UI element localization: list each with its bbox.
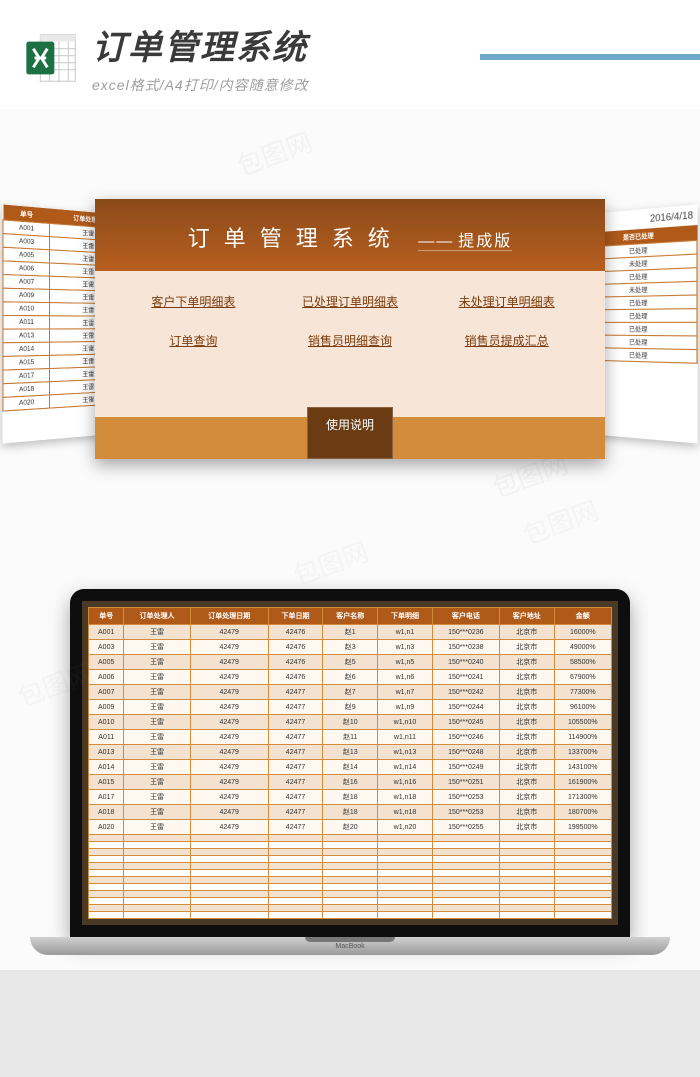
card-title-sub: 提成版: [418, 233, 512, 251]
table-row: A009王雷4247942477赵9w1,n9150***0244北京市9610…: [89, 700, 612, 715]
preview-stage: 包图网 包图网 包图网 包图网 包图网 单号订单处理人订单处A001王雷42A0…: [0, 109, 700, 549]
table-row: A010王雷4247942477赵10w1,n10150***0245北京市10…: [89, 715, 612, 730]
excel-icon: [24, 30, 80, 86]
table-row-empty: [89, 842, 612, 849]
table-header: 下单明细: [378, 608, 433, 625]
table-row-empty: [89, 849, 612, 856]
table-row: A013王雷4247942477赵13w1,n13150***0248北京市13…: [89, 745, 612, 760]
card-footer: 使用说明: [95, 417, 605, 459]
menu-link-0[interactable]: 客户下单明细表: [151, 293, 235, 310]
table-header: 金额: [554, 608, 611, 625]
menu-link-5[interactable]: 销售员提成汇总: [465, 332, 549, 349]
table-row: A018王雷4247942477赵18w1,n18150***0253北京市18…: [89, 805, 612, 820]
usage-button[interactable]: 使用说明: [307, 407, 393, 459]
table-row-empty: [89, 856, 612, 863]
table-row-empty: [89, 870, 612, 877]
laptop-section: 包图网 包图网 包图网 单号订单处理人订单处理日期下单日期客户名称下单明细客户电…: [0, 549, 700, 970]
table-header: 单号: [89, 608, 124, 625]
table-row-empty: [89, 912, 612, 919]
table-header: 客户地址: [499, 608, 554, 625]
table-row: A020王雷4247942477赵20w1,n20150***0255北京市19…: [89, 820, 612, 835]
table-row: A015王雷4247942477赵16w1,n16150***0251北京市16…: [89, 775, 612, 790]
table-header: 订单处理人: [124, 608, 190, 625]
banner-subtitle: excel格式/A4打印/内容随意修改: [92, 75, 676, 95]
menu-link-1[interactable]: 已处理订单明细表: [302, 293, 398, 310]
table-row-empty: [89, 884, 612, 891]
table-row: A011王雷4247942477赵11w1,n11150***0246北京市11…: [89, 730, 612, 745]
table-header: 客户名称: [323, 608, 378, 625]
card-header: 订单管理系统 提成版: [95, 199, 605, 271]
table-header: 订单处理日期: [190, 608, 268, 625]
table-row-empty: [89, 835, 612, 842]
table-row-empty: [89, 905, 612, 912]
table-row: A003王雷4247942476赵3w1,n3150***0238北京市4900…: [89, 640, 612, 655]
laptop-brand: MacBook: [30, 943, 670, 950]
menu-link-3[interactable]: 订单查询: [169, 332, 217, 349]
table-header: 客户电话: [432, 608, 499, 625]
table-row-empty: [89, 877, 612, 884]
main-menu-card: 订单管理系统 提成版 客户下单明细表 已处理订单明细表 未处理订单明细表订单查询 销售…: [95, 199, 605, 459]
table-row-empty: [89, 891, 612, 898]
card-title-main: 订单管理系统: [188, 226, 404, 251]
menu-link-4[interactable]: 销售员明细查询: [308, 332, 392, 349]
table-row-empty: [89, 898, 612, 905]
table-row: A005王雷4247942476赵5w1,n5150***0240北京市5850…: [89, 655, 612, 670]
table-row: A014王雷4247942477赵14w1,n14150***0249北京市14…: [89, 760, 612, 775]
menu-link-2[interactable]: 未处理订单明细表: [459, 293, 555, 310]
order-detail-table: 单号订单处理人订单处理日期下单日期客户名称下单明细客户电话客户地址金额A001王…: [88, 607, 612, 919]
table-row: A001王雷4247942476赵1w1,n1150***0236北京市1600…: [89, 625, 612, 640]
table-row-empty: [89, 863, 612, 870]
laptop-screen: 单号订单处理人订单处理日期下单日期客户名称下单明细客户电话客户地址金额A001王…: [70, 589, 630, 937]
table-row: A006王雷4247942476赵6w1,n6150***0241北京市6790…: [89, 670, 612, 685]
table-row: A007王雷4247942477赵7w1,n7150***0242北京市7730…: [89, 685, 612, 700]
banner-accent-bar: [480, 54, 700, 60]
table-row: A017王雷4247942477赵18w1,n18150***0253北京市17…: [89, 790, 612, 805]
banner-title: 订单管理系统: [92, 20, 676, 69]
table-header: 下单日期: [268, 608, 323, 625]
template-banner: 订单管理系统 excel格式/A4打印/内容随意修改: [0, 0, 700, 109]
